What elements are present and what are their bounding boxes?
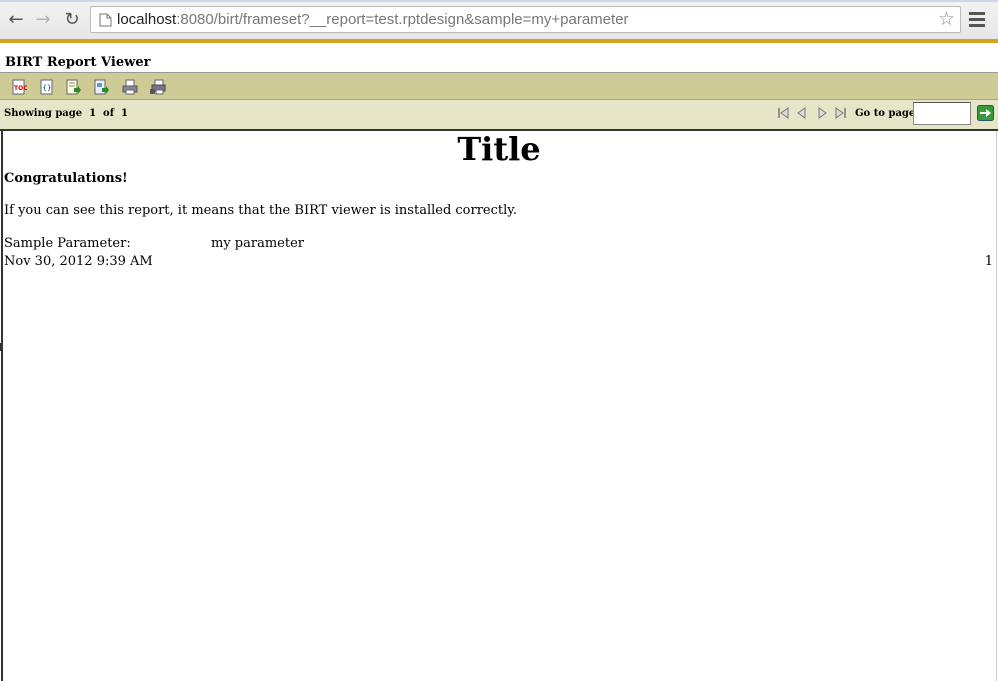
url-host: localhost	[117, 11, 177, 28]
tab-strip	[0, 0, 998, 2]
next-page-icon[interactable]	[815, 106, 829, 120]
accent-line	[0, 39, 998, 43]
frame-resize-handle[interactable]	[0, 343, 3, 351]
star-icon[interactable]: ☆	[938, 8, 955, 30]
report-date: Nov 30, 2012 9:39 AM	[4, 254, 153, 269]
report-page-number: 1	[984, 254, 993, 269]
page-info: Showing page 1 of 1	[4, 108, 128, 119]
previous-page-icon[interactable]	[795, 106, 809, 120]
page-icon	[99, 13, 112, 27]
parameters-icon[interactable]: {}	[39, 79, 55, 95]
go-arrow-icon[interactable]	[977, 105, 994, 121]
url-path: :8080/birt/frameset?__report=test.rptdes…	[176, 11, 629, 28]
viewer-title: BIRT Report Viewer	[5, 55, 151, 70]
goto-page-input[interactable]	[913, 102, 971, 125]
svg-text:TOC: TOC	[14, 85, 27, 92]
toc-icon[interactable]: TOC	[11, 79, 27, 95]
of-label: of	[103, 108, 115, 119]
svg-text:{}: {}	[43, 84, 52, 92]
print-icon[interactable]	[122, 79, 138, 95]
url-text[interactable]: localhost:8080/birt/frameset?__report=te…	[117, 11, 629, 28]
browser-toolbar: ← → ↻ localhost:8080/birt/frameset?__rep…	[0, 0, 998, 40]
print-server-icon[interactable]	[150, 79, 166, 95]
showing-label: Showing page	[4, 108, 83, 119]
report-title: Title	[457, 130, 541, 168]
forward-icon[interactable]: →	[32, 9, 54, 31]
sample-parameter-label: Sample Parameter:	[4, 236, 131, 251]
back-icon[interactable]: ←	[5, 9, 27, 31]
sample-parameter-value: my parameter	[211, 236, 304, 251]
export-data-icon[interactable]	[66, 79, 82, 95]
viewer-toolbar: TOC {}	[0, 73, 998, 100]
reload-icon[interactable]: ↻	[61, 9, 83, 31]
report-frame-border	[996, 131, 997, 681]
page-navigation-bar: Showing page 1 of 1 Go to page:	[0, 100, 998, 131]
export-report-icon[interactable]	[94, 79, 110, 95]
address-bar[interactable]: localhost:8080/birt/frameset?__report=te…	[90, 6, 961, 33]
congratulations-text: Congratulations!	[4, 171, 128, 186]
menu-icon[interactable]	[969, 12, 985, 27]
total-pages: 1	[121, 108, 128, 119]
last-page-icon[interactable]	[834, 106, 848, 120]
goto-label: Go to page:	[855, 108, 919, 119]
first-page-icon[interactable]	[776, 106, 790, 120]
current-page: 1	[89, 108, 97, 119]
install-message: If you can see this report, it means tha…	[4, 203, 518, 218]
